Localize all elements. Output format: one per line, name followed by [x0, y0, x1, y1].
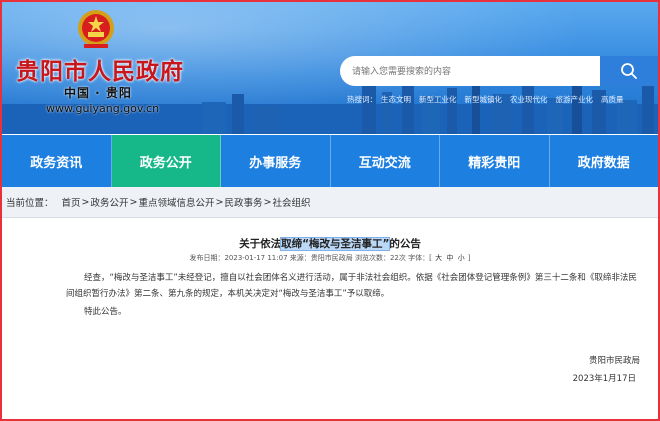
breadcrumb-link[interactable]: 首页 — [62, 195, 81, 209]
site-subtitle: 中国 · 贵阳 — [64, 86, 132, 100]
page-frame: 贵阳市人民政府 中国 · 贵阳 www.guiyang.gov.cn 热搜词： … — [0, 0, 660, 421]
breadcrumb-link[interactable]: 社会组织 — [272, 195, 310, 209]
breadcrumb-separator: > — [81, 196, 90, 208]
nav-item-news[interactable]: 政务资讯 — [2, 135, 112, 187]
breadcrumb-separator: > — [215, 196, 224, 208]
hot-word[interactable]: 高质量 — [601, 94, 624, 105]
national-emblem-icon — [78, 10, 114, 48]
article-signature-date: 2023年1月17日 — [572, 374, 636, 384]
article-meta-close: ] — [467, 254, 471, 262]
breadcrumb-separator: > — [129, 196, 138, 208]
article-paragraph: 特此公告。 — [84, 307, 127, 317]
hot-search-words: 热搜词： 生态文明 新型工业化 新型城镇化 农业现代化 旅游产业化 高质量 — [347, 94, 632, 105]
article-title: 关于依法取缔“梅改与圣洁事工”的公告 — [2, 236, 658, 251]
site-url: www.guiyang.gov.cn — [46, 102, 160, 115]
font-size-large-button[interactable]: 大 — [435, 254, 442, 262]
hot-word[interactable]: 新型城镇化 — [465, 94, 503, 105]
search-button[interactable] — [600, 56, 658, 86]
hot-word[interactable]: 生态文明 — [381, 94, 411, 105]
hot-word[interactable]: 旅游产业化 — [556, 94, 594, 105]
nav-item-guiyang[interactable]: 精彩贵阳 — [440, 135, 550, 187]
hot-word[interactable]: 新型工业化 — [419, 94, 457, 105]
font-size-small-button[interactable]: 小 — [458, 254, 465, 262]
article-paragraph: 经查，“梅改与圣洁事工”未经登记，擅自以社会团体名义进行活动，属于非法社会组织。… — [66, 273, 637, 299]
search-box — [340, 56, 604, 88]
breadcrumb: 当前位置： 首页 > 政务公开 > 重点领域信息公开 > 民政事务 > 社会组织 — [2, 187, 658, 218]
hot-search-label: 热搜词： — [347, 95, 377, 104]
article-meta-info: 发布日期：2023-01-17 11:07 来源：贵阳市民政局 浏览次数：22次… — [189, 254, 432, 262]
article-signature-org: 贵阳市民政局 — [588, 356, 640, 366]
nav-item-interaction[interactable]: 互动交流 — [331, 135, 440, 187]
main-nav: 政务资讯 政务公开 办事服务 互动交流 精彩贵阳 政府数据 — [2, 135, 658, 187]
search-input[interactable] — [340, 56, 604, 88]
article-title-highlight: 取缔“梅改与圣洁事工” — [280, 237, 391, 251]
breadcrumb-link[interactable]: 重点领域信息公开 — [138, 195, 214, 209]
breadcrumb-link[interactable]: 政务公开 — [91, 195, 129, 209]
site-header: 贵阳市人民政府 中国 · 贵阳 www.guiyang.gov.cn 热搜词： … — [2, 2, 658, 134]
breadcrumb-separator: > — [263, 196, 272, 208]
article-meta: 发布日期：2023-01-17 11:07 来源：贵阳市民政局 浏览次数：22次… — [2, 253, 658, 263]
site-title: 贵阳市人民政府 — [16, 58, 184, 85]
breadcrumb-link[interactable]: 民政事务 — [224, 195, 262, 209]
article: 关于依法取缔“梅改与圣洁事工”的公告 发布日期：2023-01-17 11:07… — [2, 218, 658, 419]
article-title-post: 的公告 — [389, 238, 421, 250]
nav-item-gov-disclosure[interactable]: 政务公开 — [111, 135, 221, 187]
search-icon — [621, 63, 637, 79]
article-title-pre: 关于依法 — [239, 238, 282, 250]
breadcrumb-label: 当前位置： — [6, 198, 54, 209]
nav-item-gov-data[interactable]: 政府数据 — [550, 135, 659, 187]
hot-word[interactable]: 农业现代化 — [510, 94, 548, 105]
font-size-medium-button[interactable]: 中 — [446, 254, 453, 262]
nav-item-services[interactable]: 办事服务 — [221, 135, 331, 187]
